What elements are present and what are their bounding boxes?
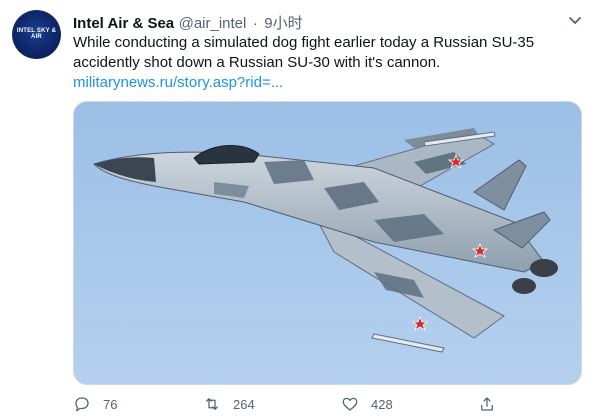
user-handle[interactable]: @air_intel: [179, 15, 247, 32]
red-star-marking: [411, 315, 429, 331]
chevron-down-icon: [569, 17, 581, 24]
tweet-header: Intel Air & Sea @air_intel · 9小时: [73, 12, 303, 32]
reply-button[interactable]: 76: [73, 394, 117, 414]
like-count: 428: [371, 396, 393, 412]
share-icon: [481, 397, 493, 411]
retweet-count: 264: [233, 396, 255, 412]
retweet-icon: [206, 398, 218, 410]
tweet[interactable]: INTEL SKY & AIR Intel Air & Sea @air_int…: [0, 0, 597, 420]
separator-dot: ·: [252, 15, 258, 32]
tweet-actions: 76 264 428: [73, 394, 583, 414]
avatar-logo-text: INTEL SKY & AIR: [16, 28, 57, 40]
like-icon: [342, 397, 358, 411]
timestamp[interactable]: 9小时: [264, 15, 302, 32]
fighter-jet-photo: [93, 128, 558, 353]
reply-count: 76: [103, 396, 118, 412]
tweet-text: While conducting a simulated dog fight e…: [73, 33, 583, 93]
display-name[interactable]: Intel Air & Sea: [73, 15, 174, 32]
tweet-body: While conducting a simulated dog fight e…: [73, 34, 535, 71]
more-options-button[interactable]: [565, 10, 585, 30]
like-button[interactable]: 428: [341, 394, 393, 414]
avatar[interactable]: INTEL SKY & AIR: [12, 10, 61, 59]
tweet-media-image[interactable]: [73, 101, 582, 385]
tweet-link[interactable]: militarynews.ru/story.asp?rid=...: [73, 74, 283, 91]
share-button[interactable]: [478, 394, 496, 414]
retweet-button[interactable]: 264: [203, 394, 255, 414]
reply-icon: [75, 397, 89, 412]
